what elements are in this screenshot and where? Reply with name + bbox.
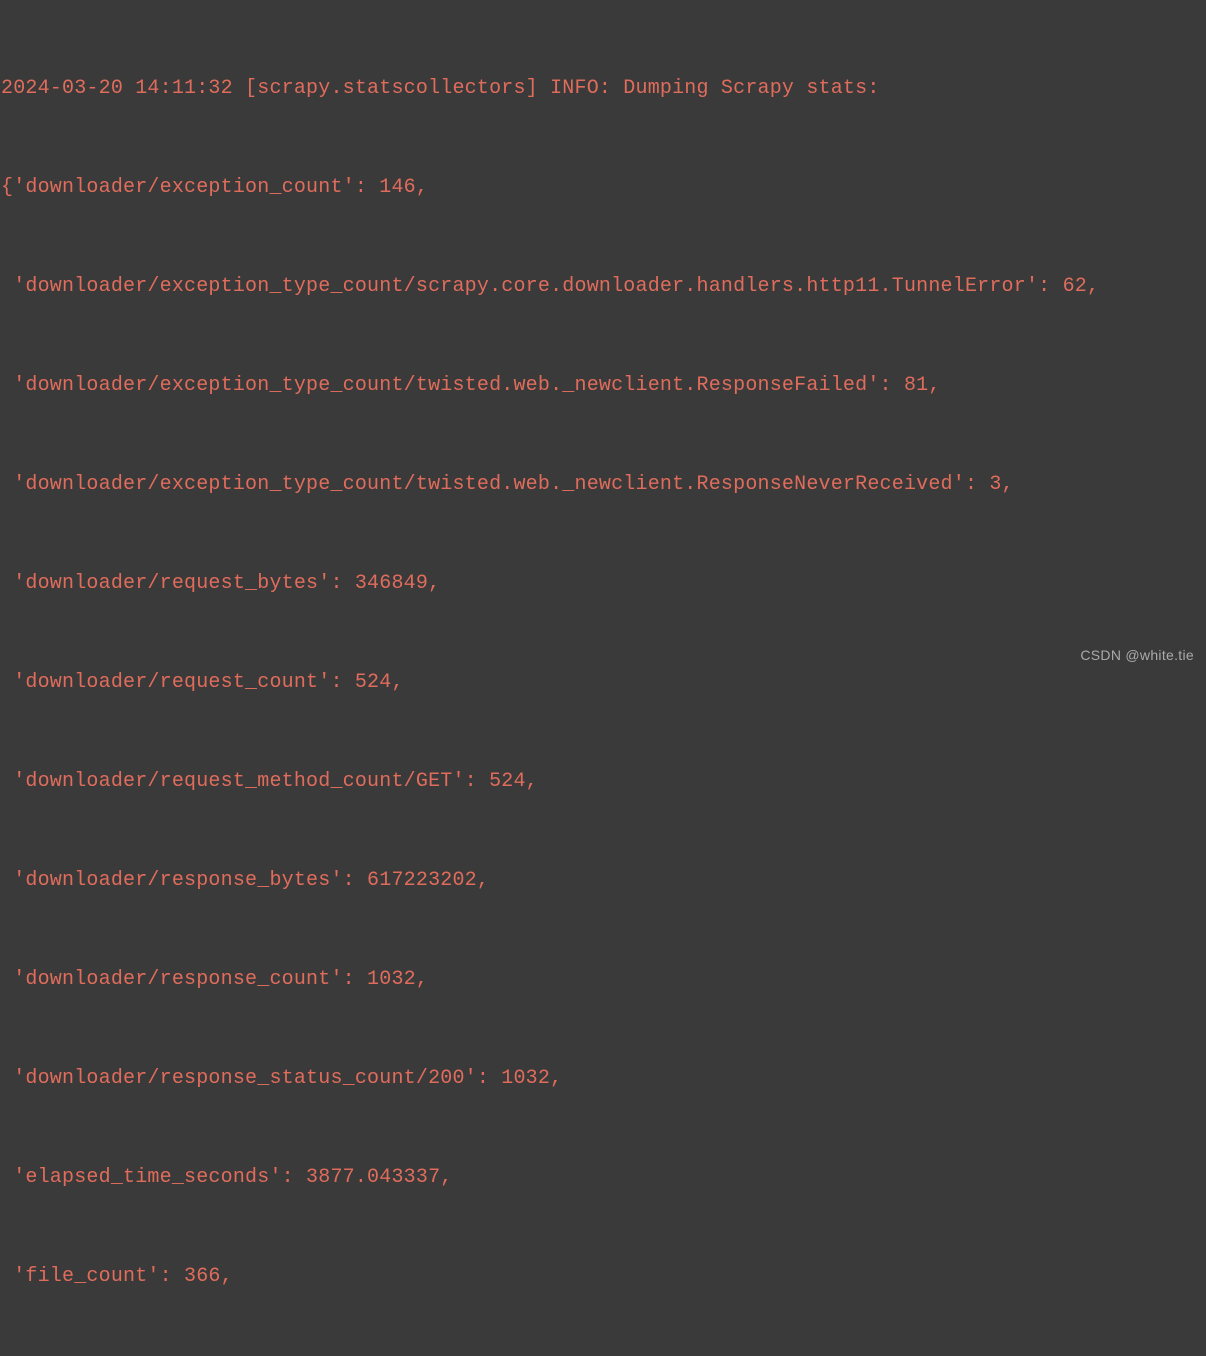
log-line: 'downloader/response_bytes': 617223202, bbox=[1, 864, 1206, 897]
watermark: CSDN @white.tie bbox=[1080, 639, 1194, 672]
terminal-output: 2024-03-20 14:11:32 [scrapy.statscollect… bbox=[0, 6, 1206, 1356]
log-line: 'file_count': 366, bbox=[1, 1260, 1206, 1293]
log-line: 'downloader/exception_type_count/twisted… bbox=[1, 369, 1206, 402]
log-line: 'downloader/request_count': 524, bbox=[1, 666, 1206, 699]
log-line: 'elapsed_time_seconds': 3877.043337, bbox=[1, 1161, 1206, 1194]
log-line: 'downloader/response_count': 1032, bbox=[1, 963, 1206, 996]
log-line: 'downloader/response_status_count/200': … bbox=[1, 1062, 1206, 1095]
log-line: 'downloader/request_method_count/GET': 5… bbox=[1, 765, 1206, 798]
log-line: 'downloader/request_bytes': 346849, bbox=[1, 567, 1206, 600]
log-line: 'downloader/exception_type_count/scrapy.… bbox=[1, 270, 1206, 303]
log-line: 2024-03-20 14:11:32 [scrapy.statscollect… bbox=[1, 72, 1206, 105]
log-line: 'downloader/exception_type_count/twisted… bbox=[1, 468, 1206, 501]
log-line: {'downloader/exception_count': 146, bbox=[1, 171, 1206, 204]
